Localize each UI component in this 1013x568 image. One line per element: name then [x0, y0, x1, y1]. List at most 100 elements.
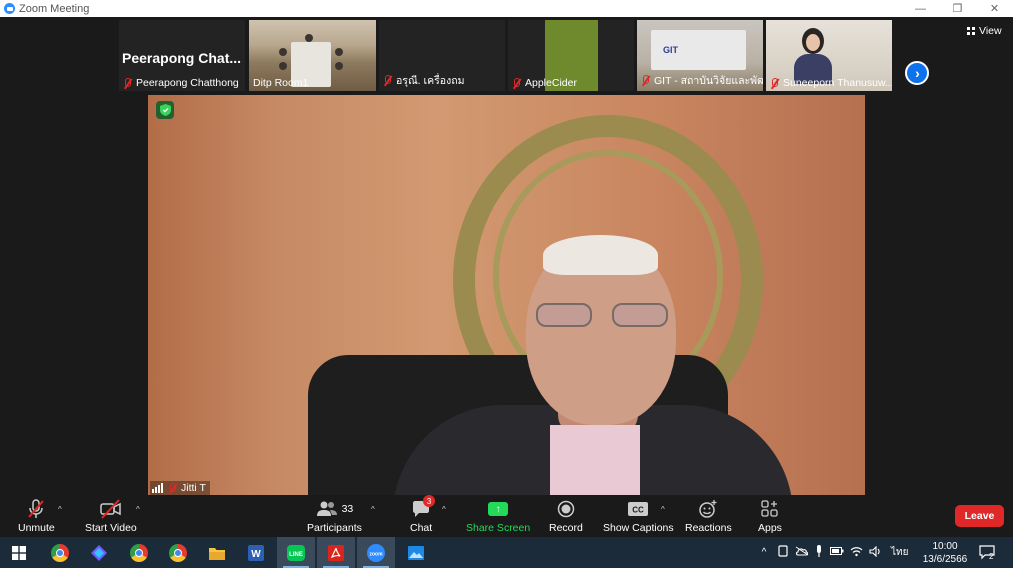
- restore-button[interactable]: ❐: [939, 0, 976, 17]
- start-video-button[interactable]: Start Video: [85, 499, 137, 534]
- share-screen-button[interactable]: ↑ Share Screen: [466, 499, 530, 534]
- participant-big-name: Peerapong Chat...: [122, 50, 242, 66]
- system-tray: ^ ไทย: [757, 537, 908, 568]
- chevron-right-icon: ›: [915, 65, 920, 81]
- record-icon: [557, 499, 575, 519]
- minimize-button[interactable]: —: [902, 0, 939, 17]
- encryption-shield-icon[interactable]: [156, 101, 174, 119]
- taskbar-line[interactable]: LINE: [277, 537, 315, 568]
- windows-logo-icon: [12, 545, 26, 560]
- participant-name-label: Suneeporn Thanusuw...: [770, 77, 892, 89]
- video-options-caret[interactable]: ^: [136, 505, 140, 514]
- participants-button[interactable]: 33 Participants: [307, 499, 362, 534]
- video-off-icon: [100, 499, 122, 519]
- notifications-button[interactable]: 2: [972, 537, 1002, 568]
- participant-tile-peerapong[interactable]: Peerapong Chat... Peerapong Chatthong: [119, 20, 245, 91]
- captions-icon: CC: [627, 499, 649, 519]
- taskbar-photos[interactable]: [397, 537, 435, 568]
- chat-label: Chat: [410, 522, 433, 534]
- mic-muted-icon: [168, 482, 177, 494]
- windows-start-button[interactable]: [0, 537, 38, 568]
- mic-muted-icon: [27, 499, 45, 519]
- participant-name: Suneeporn Thanusuw...: [783, 77, 892, 89]
- start-video-label: Start Video: [85, 522, 137, 534]
- apps-label: Apps: [758, 522, 782, 534]
- participant-tile-git[interactable]: GIT GIT - สถาบันวิจัยและพัฒ...: [637, 20, 763, 91]
- meeting-toolbar: Unmute ^ Start Video ^ 33 Participants ^…: [0, 495, 1013, 537]
- participant-name-label: อรุณี. เครื่องถม: [383, 72, 465, 89]
- show-captions-label: Show Captions: [603, 522, 674, 534]
- show-hidden-icons-button[interactable]: ^: [757, 547, 771, 558]
- taskbar-chrome-2[interactable]: [120, 537, 158, 568]
- participant-tile-ditp-room1[interactable]: Ditp Room1: [249, 20, 376, 91]
- unmute-button[interactable]: Unmute: [18, 499, 55, 534]
- participant-name: AppleCider: [525, 77, 577, 89]
- zoom-logo-icon: [4, 3, 15, 14]
- apps-button[interactable]: Apps: [758, 499, 782, 534]
- captions-options-caret[interactable]: ^: [661, 505, 665, 514]
- record-button[interactable]: Record: [549, 499, 583, 534]
- zoom-icon: zoom: [367, 543, 385, 562]
- leave-button[interactable]: Leave: [955, 505, 1004, 527]
- line-icon: LINE: [287, 544, 305, 561]
- participant-name-label: Ditp Room1: [253, 77, 308, 89]
- window-controls: — ❐ ✕: [902, 0, 1013, 17]
- chrome-icon: [169, 543, 187, 562]
- title-bar: Zoom Meeting — ❐ ✕: [0, 0, 1013, 17]
- acrobat-icon: [328, 544, 344, 561]
- volume-icon[interactable]: [869, 545, 882, 560]
- microphone-icon[interactable]: [815, 545, 823, 560]
- chat-unread-badge: 3: [423, 495, 436, 507]
- taskbar-copilot[interactable]: [80, 537, 118, 568]
- participant-tile-applecider[interactable]: AppleCider: [508, 20, 634, 91]
- svg-text:W: W: [251, 549, 261, 560]
- record-label: Record: [549, 522, 583, 534]
- participant-name: GIT - สถาบันวิจัยและพัฒ...: [654, 75, 763, 87]
- chat-button[interactable]: 3 Chat: [410, 495, 436, 534]
- svg-text:zoom: zoom: [369, 551, 383, 557]
- word-icon: W: [248, 544, 264, 561]
- photos-icon: [408, 545, 424, 560]
- onedrive-icon[interactable]: [795, 546, 809, 559]
- chat-options-caret[interactable]: ^: [442, 505, 446, 514]
- meeting-area: Peerapong Chat... Peerapong Chatthong Di…: [0, 17, 1013, 495]
- notification-count: 2: [989, 552, 994, 561]
- copilot-icon: [91, 544, 107, 561]
- zoom-window: Zoom Meeting — ❐ ✕ Peerapong Chat... Pee…: [0, 0, 1013, 568]
- view-label: View: [979, 25, 1002, 37]
- audio-options-caret[interactable]: ^: [58, 505, 62, 514]
- participants-icon: 33: [316, 499, 354, 519]
- participant-tile-suneeporn[interactable]: Suneeporn Thanusuw...: [766, 20, 892, 91]
- device-icon[interactable]: [777, 545, 789, 560]
- next-page-button[interactable]: ›: [905, 61, 929, 85]
- signal-strength-icon: [152, 483, 164, 493]
- clock-time: 10:00: [932, 541, 958, 552]
- wifi-icon[interactable]: [850, 546, 863, 560]
- folder-icon: [209, 547, 225, 560]
- input-language[interactable]: ไทย: [891, 545, 908, 560]
- taskbar-clock[interactable]: 10:00 13/6/2566: [918, 540, 972, 566]
- grid-view-icon: [967, 27, 975, 35]
- speaker-name: Jitti T: [181, 482, 206, 494]
- mic-muted-icon: [512, 77, 521, 89]
- speaker-name-label: Jitti T: [150, 481, 210, 495]
- taskbar-chrome-1[interactable]: [41, 537, 79, 568]
- close-button[interactable]: ✕: [976, 0, 1013, 17]
- reactions-button[interactable]: Reactions: [685, 499, 732, 534]
- taskbar-acrobat[interactable]: [317, 537, 355, 568]
- windows-taskbar: W LINE zoom ^ ไทย 10:00 13/6/2566 2: [0, 537, 1013, 568]
- taskbar-word[interactable]: W: [237, 537, 275, 568]
- participant-name-label: GIT - สถาบันวิจัยและพัฒ...: [641, 72, 763, 89]
- participant-tile-arunee[interactable]: อรุณี. เครื่องถม: [379, 20, 505, 91]
- participants-count: 33: [341, 503, 354, 515]
- battery-icon[interactable]: [830, 547, 844, 558]
- active-speaker-video: [148, 95, 865, 495]
- participants-options-caret[interactable]: ^: [371, 505, 375, 514]
- taskbar-chrome-3[interactable]: [159, 537, 197, 568]
- taskbar-file-explorer[interactable]: [198, 537, 236, 568]
- share-screen-label: Share Screen: [466, 522, 531, 534]
- view-button[interactable]: View: [967, 25, 1002, 37]
- taskbar-zoom[interactable]: zoom: [357, 537, 395, 568]
- chat-icon: 3: [411, 495, 436, 519]
- participant-name: Peerapong Chatthong: [136, 77, 239, 89]
